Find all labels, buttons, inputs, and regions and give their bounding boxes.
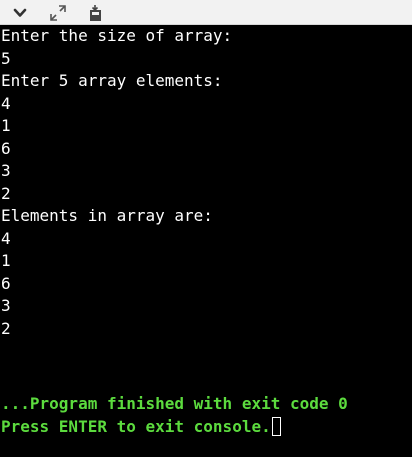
console-toolbar xyxy=(0,0,412,25)
console-line: 6 xyxy=(1,138,11,158)
console-line: 1 xyxy=(1,251,11,270)
press-enter-text: Press ENTER to exit console. xyxy=(1,417,271,436)
console-line: 4 xyxy=(1,228,11,248)
console-line: 5 xyxy=(1,48,11,68)
console-line: 6 xyxy=(1,273,11,293)
console-line: Enter 5 array elements: xyxy=(1,71,223,90)
console-line: Elements in array are: xyxy=(1,206,213,225)
console-line: 2 xyxy=(1,183,11,203)
console-line: 2 xyxy=(1,318,11,338)
console-line: 4 xyxy=(1,93,11,113)
chevron-down-icon[interactable] xyxy=(10,3,30,23)
text-cursor xyxy=(271,417,281,436)
console-line: Enter the size of array: xyxy=(1,26,233,45)
download-icon[interactable] xyxy=(85,3,105,23)
exit-code-message: ...Program finished with exit code 0 xyxy=(1,394,348,413)
console-window: Enter the size of array: 5 Enter 5 array… xyxy=(0,0,412,457)
console-line: 1 xyxy=(1,116,11,135)
press-enter-prompt: Press ENTER to exit console. xyxy=(1,416,281,438)
console-line: 3 xyxy=(1,161,11,180)
console-line: 3 xyxy=(1,296,11,315)
expand-icon[interactable] xyxy=(48,3,68,23)
console-output[interactable]: Enter the size of array: 5 Enter 5 array… xyxy=(0,25,412,457)
